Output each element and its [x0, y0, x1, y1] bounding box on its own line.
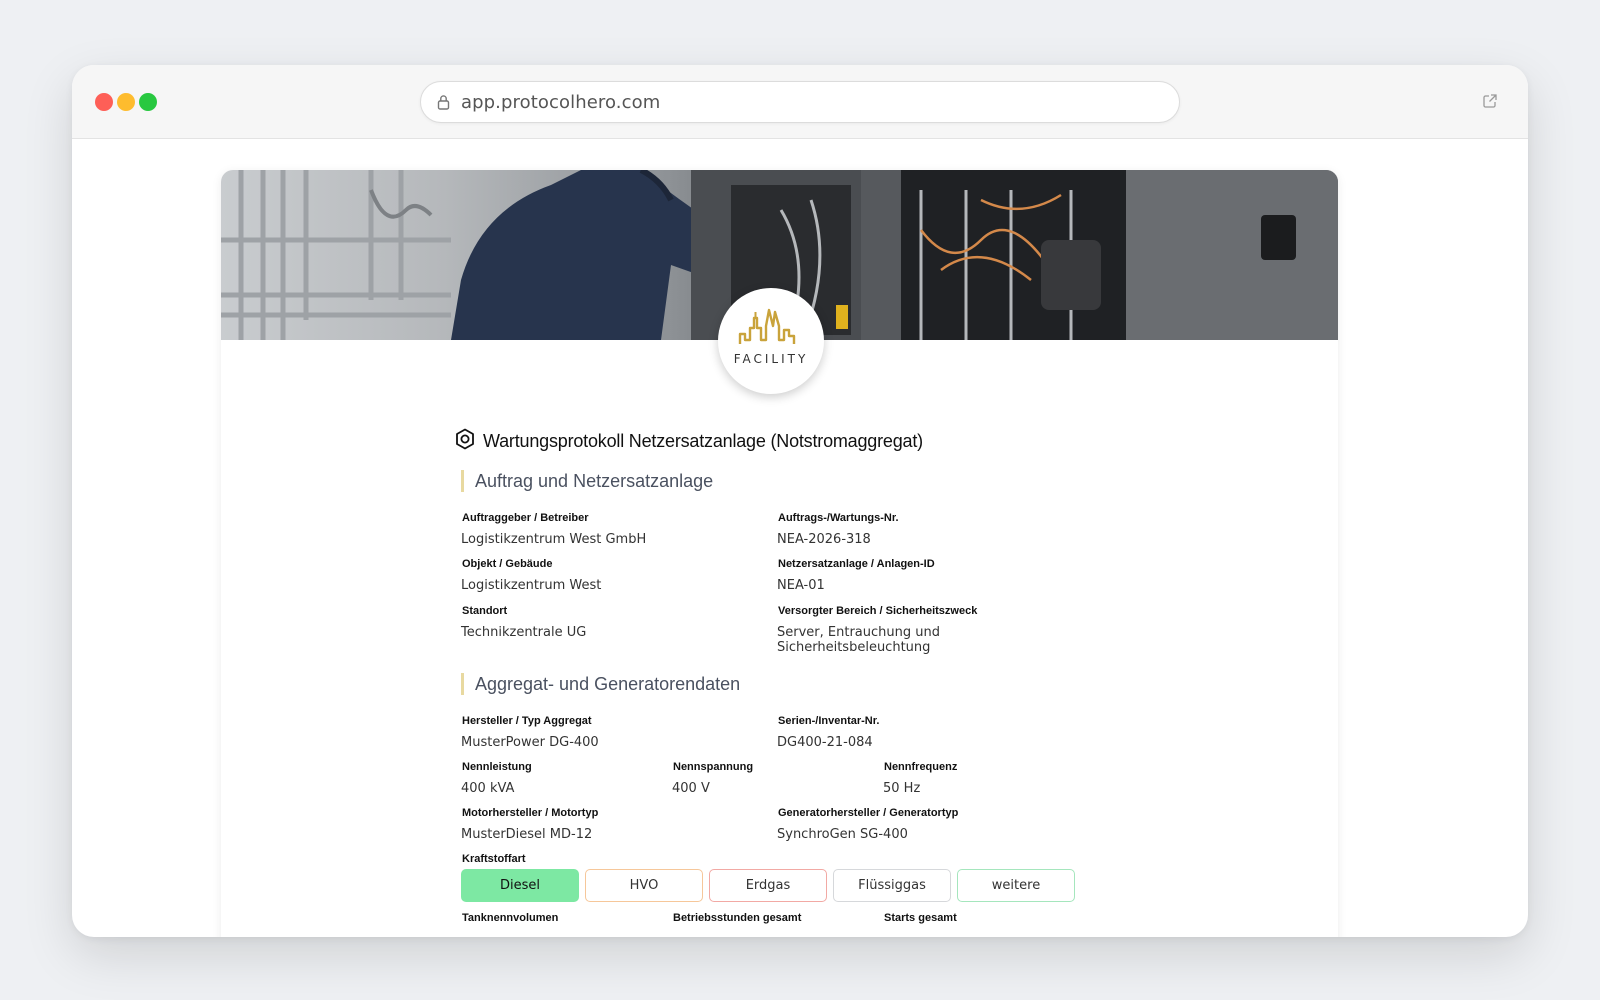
field-value-generatortyp[interactable]: SynchroGen SG-400 — [777, 827, 908, 842]
field-value-motortyp[interactable]: MusterDiesel MD-12 — [461, 827, 592, 842]
fuel-type-options: Diesel HVO Erdgas Flüssiggas weitere — [461, 869, 1091, 902]
field-value-nennfrequenz[interactable]: 50 Hz — [883, 781, 920, 796]
field-value-auftraggeber[interactable]: Logistikzentrum West GmbH — [461, 532, 646, 547]
field-label-nennfrequenz: Nennfrequenz — [884, 761, 958, 773]
logo-text: FACILITY — [733, 352, 809, 366]
field-value-anlagen-id[interactable]: NEA-01 — [777, 578, 825, 593]
field-label-serien-nr: Serien-/Inventar-Nr. — [778, 715, 880, 727]
fuel-option-hvo[interactable]: HVO — [585, 869, 703, 902]
field-label-hersteller: Hersteller / Typ Aggregat — [462, 715, 592, 727]
field-label-versorgter-bereich: Versorgter Bereich / Sicherheitszweck — [778, 605, 978, 617]
field-label-anlagen-id: Netzersatzanlage / Anlagen-ID — [778, 558, 935, 570]
lock-icon — [437, 94, 450, 115]
fuel-option-weitere[interactable]: weitere — [957, 869, 1075, 902]
field-label-tanknennvolumen: Tanknennvolumen — [462, 912, 559, 924]
url-text: app.protocolhero.com — [461, 92, 661, 113]
field-label-auftrags-nr: Auftrags-/Wartungs-Nr. — [778, 512, 899, 524]
field-label-standort: Standort — [462, 605, 508, 617]
protocol-card: FACILITY Wartungsprotokoll Netzersatzanl… — [221, 170, 1338, 937]
field-label-starts: Starts gesamt — [884, 912, 957, 924]
field-label-generatortyp: Generatorhersteller / Generatortyp — [778, 807, 959, 819]
field-value-auftrags-nr[interactable]: NEA-2026-318 — [777, 532, 871, 547]
section-heading-aggregat: Aggregat- und Generatorendaten — [461, 673, 740, 695]
hex-nut-icon — [455, 428, 475, 455]
protocol-form: Wartungsprotokoll Netzersatzanlage (Nots… — [456, 428, 1091, 924]
field-label-auftraggeber: Auftraggeber / Betreiber — [462, 512, 589, 524]
browser-window: app.protocolhero.com FACILITY Wartungspr… — [72, 65, 1528, 937]
minimize-window-button[interactable] — [117, 93, 135, 111]
field-value-objekt[interactable]: Logistikzentrum West — [461, 578, 601, 593]
fuel-option-fluessiggas[interactable]: Flüssiggas — [833, 869, 951, 902]
field-value-versorgter-bereich[interactable]: Server, Entrauchung und Sicherheitsbeleu… — [777, 625, 1091, 655]
fuel-option-diesel[interactable]: Diesel — [461, 869, 579, 902]
field-value-hersteller[interactable]: MusterPower DG-400 — [461, 735, 599, 750]
field-label-objekt: Objekt / Gebäude — [462, 558, 553, 570]
field-value-standort[interactable]: Technikzentrale UG — [461, 625, 586, 640]
field-value-nennleistung[interactable]: 400 kVA — [461, 781, 514, 796]
field-value-serien-nr[interactable]: DG400-21-084 — [777, 735, 873, 750]
close-window-button[interactable] — [95, 93, 113, 111]
browser-titlebar: app.protocolhero.com — [72, 65, 1528, 139]
field-label-nennleistung: Nennleistung — [462, 761, 532, 773]
skyline-logo-icon — [738, 308, 796, 344]
field-label-motortyp: Motorhersteller / Motortyp — [462, 807, 599, 819]
facility-logo: FACILITY — [718, 288, 824, 394]
page-title: Wartungsprotokoll Netzersatzanlage (Nots… — [483, 431, 923, 451]
form-title: Wartungsprotokoll Netzersatzanlage (Nots… — [455, 428, 1091, 455]
page-content: FACILITY Wartungsprotokoll Netzersatzanl… — [72, 140, 1528, 937]
address-bar[interactable]: app.protocolhero.com — [420, 81, 1180, 123]
field-label-nennspannung: Nennspannung — [673, 761, 754, 773]
field-label-betriebsstunden: Betriebsstunden gesamt — [673, 912, 802, 924]
open-external-icon[interactable] — [1482, 93, 1498, 114]
section-heading-auftrag: Auftrag und Netzersatzanlage — [461, 470, 713, 492]
maximize-window-button[interactable] — [139, 93, 157, 111]
fuel-option-erdgas[interactable]: Erdgas — [709, 869, 827, 902]
field-label-kraftstoffart: Kraftstoffart — [462, 853, 526, 865]
field-value-nennspannung[interactable]: 400 V — [672, 781, 710, 796]
